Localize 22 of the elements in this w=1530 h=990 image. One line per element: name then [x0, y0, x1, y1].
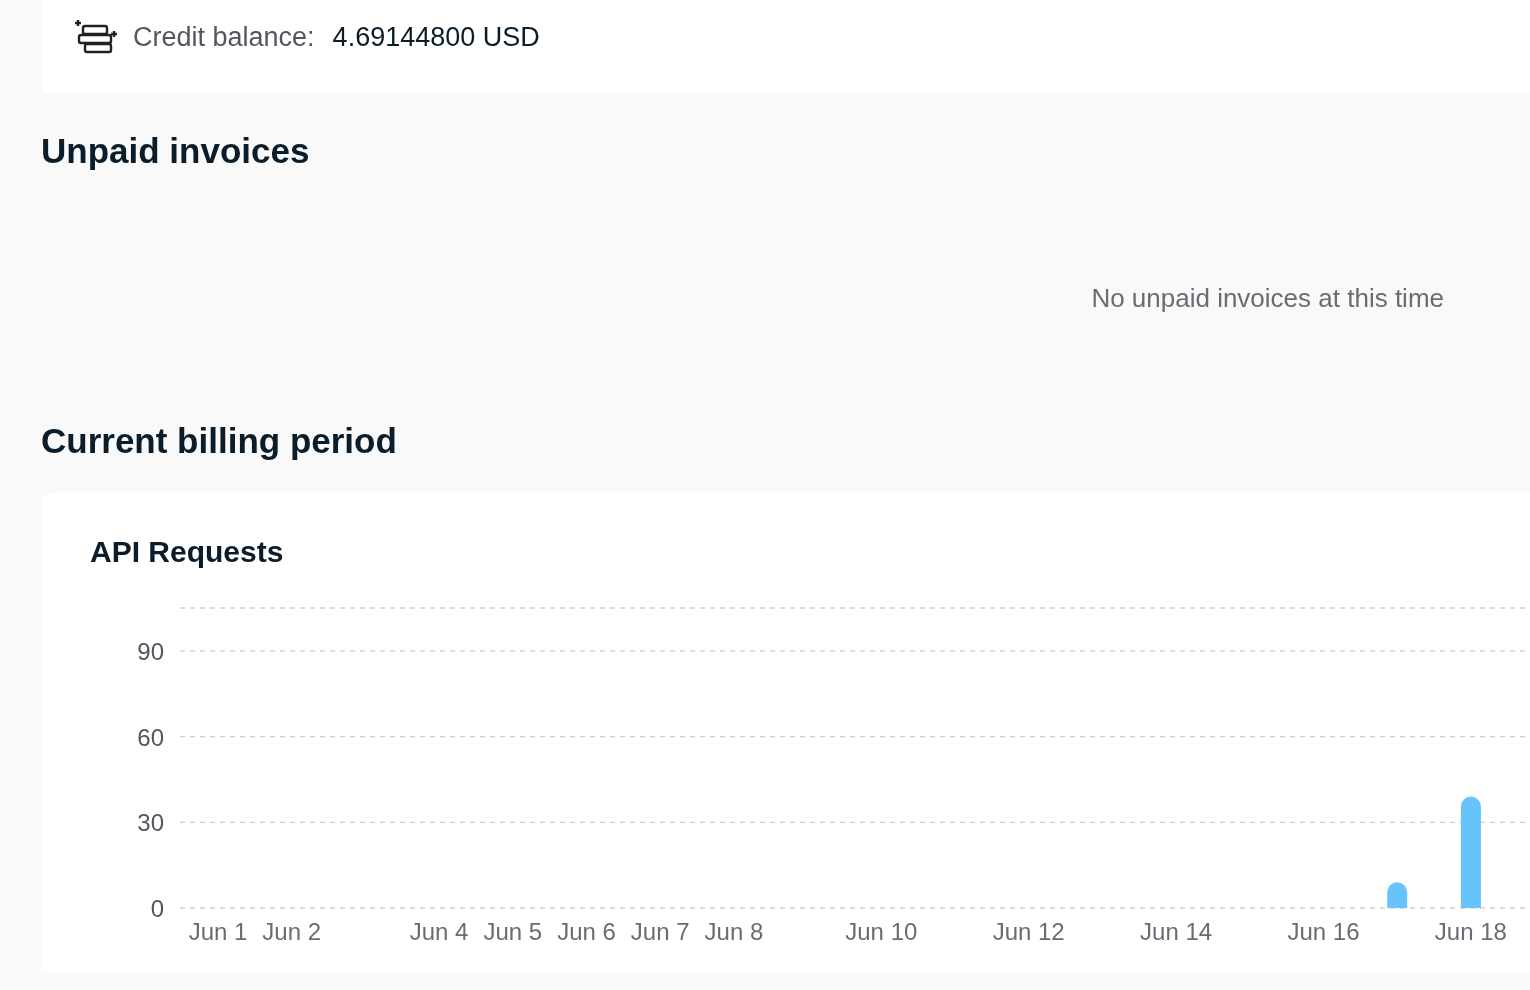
- section-title: Unpaid invoices: [41, 130, 310, 172]
- y-axis-label: 90: [137, 637, 164, 665]
- x-axis-label: Jun 4: [409, 918, 469, 945]
- y-axis-label: 30: [137, 809, 164, 837]
- y-axis-label: 60: [137, 723, 164, 751]
- x-axis-label: Jun 8: [704, 918, 764, 945]
- x-axis-label: Jun 7: [630, 918, 690, 945]
- x-axis-label: Jun 12: [992, 918, 1065, 945]
- y-axis-label: 0: [150, 895, 164, 922]
- empty-message: No unpaid invoices at this time: [1091, 283, 1444, 313]
- x-axis-label: Jun 16: [1287, 918, 1360, 945]
- x-axis-label: Jun 14: [1140, 918, 1213, 945]
- x-axis-label: Jun 10: [845, 918, 918, 945]
- credit-balance-label: Credit balance:: [133, 21, 315, 55]
- x-axis-label: Jun 6: [557, 918, 616, 945]
- x-axis-label: Jun 5: [483, 918, 543, 945]
- chart-title: API Requests: [89, 534, 284, 570]
- x-axis-label: Jun 2: [262, 918, 322, 945]
- credit-balance-value: 4.69144800 USD: [332, 21, 540, 55]
- x-axis-label: Jun 18: [1434, 918, 1507, 945]
- section-title: Current billing period: [41, 420, 397, 462]
- x-axis-label: Jun 1: [188, 918, 248, 945]
